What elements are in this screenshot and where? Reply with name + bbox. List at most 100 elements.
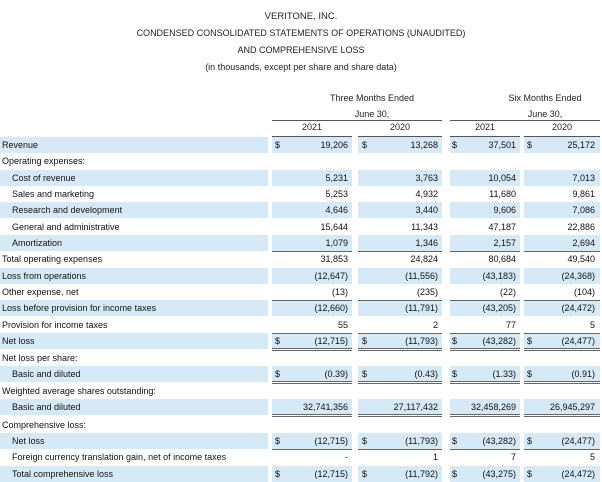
subtotal-rule — [358, 333, 442, 334]
table-row: Net loss per share: — [0, 350, 602, 366]
cell-value: (43,282) — [482, 336, 516, 346]
subtotal-rule — [358, 449, 442, 450]
row-label: Cost of revenue — [12, 173, 76, 183]
cell-value: 13,268 — [410, 140, 438, 150]
cell-value: (43,205) — [482, 303, 516, 313]
cell-value: 26,945,297 — [549, 402, 595, 412]
statement-title-line2: AND COMPREHENSIVE LOSS — [237, 45, 365, 55]
cell-value: 9,861 — [572, 189, 595, 199]
subtotal-rule — [358, 251, 442, 252]
table-row: Provision for income taxes 55 2 77 5 — [0, 317, 602, 333]
subtotal-rule — [524, 449, 600, 450]
cell-value: (12,660) — [314, 303, 348, 313]
cell-value: (0.43) — [414, 369, 438, 379]
header-rule-three-months — [272, 120, 442, 121]
cell-value: (12,715) — [314, 336, 348, 346]
cell-value: 32,741,356 — [302, 402, 348, 412]
subtotal-rule — [450, 300, 520, 301]
table-row: Basic and diluted 32,741,356 27,117,432 32,… — [0, 399, 602, 415]
subtotal-rule — [272, 449, 352, 450]
cell-value: 11,680 — [489, 189, 516, 199]
cell-value: 7,013 — [572, 173, 595, 183]
row-label: Comprehensive loss: — [2, 420, 87, 430]
cell-value: (11,793) — [405, 436, 438, 446]
table-row: Research and development 4,646 3,440 9,606 7… — [0, 202, 602, 218]
cell-value: 2,157 — [493, 238, 516, 248]
subtotal-rule — [272, 333, 352, 334]
cell-value: 25,172 — [567, 140, 595, 150]
cell-value: 32,458,269 — [470, 402, 516, 412]
cell-value: 31,853 — [320, 254, 348, 264]
table-row: Total operating expenses 31,853 24,824 80,6… — [0, 251, 602, 267]
cell-value: 5,231 — [325, 173, 348, 183]
table-row: Basic and diluted $ (0.39) $ (0.43) $ (1.33) $(… — [0, 366, 602, 382]
total-double-rule — [450, 381, 520, 384]
cell-value: 37,501 — [488, 140, 516, 150]
cell-value: 24,824 — [410, 254, 438, 264]
row-label: Basic and diluted — [12, 369, 81, 379]
six-months-header: Six Months Ended — [508, 93, 582, 103]
cell-value: 22,886 — [567, 222, 595, 232]
cell-value: 10,054 — [488, 173, 516, 183]
cell-value: 9,606 — [493, 205, 516, 215]
cell-value: 7,086 — [572, 205, 595, 215]
cell-value: (24,472) — [561, 303, 595, 313]
three-months-header: Three Months Ended — [329, 93, 415, 103]
row-label: Revenue — [2, 140, 39, 150]
cell-value: (24,472) — [561, 469, 595, 479]
row-label: Foreign currency translation gain, net o… — [12, 452, 227, 462]
table-row: Operating expenses: — [0, 153, 602, 169]
row-label: Operating expenses: — [2, 156, 86, 166]
cell-value: 55 — [337, 320, 348, 330]
cell-value: 19,206 — [320, 140, 348, 150]
cell-value: (22) — [499, 287, 516, 297]
row-label: Amortization — [12, 238, 63, 248]
row-shade — [0, 333, 268, 349]
cell-value: (11,793) — [405, 336, 438, 346]
total-double-rule — [524, 348, 600, 351]
total-double-rule — [272, 348, 352, 351]
table-row: Net loss $ (12,715) $ (11,793) $ (43,282) $ (24,… — [0, 333, 602, 349]
cell-value: 1,079 — [325, 238, 348, 248]
cell-value: (1.33) — [492, 369, 516, 379]
cell-value: 4,646 — [325, 205, 348, 215]
total-double-rule — [358, 348, 442, 351]
table-row: Comprehensive loss: — [0, 417, 602, 433]
table-row: General and administrative 15,644 11,343 47… — [0, 219, 602, 235]
table-row: Revenue $19,206 $13,268 $37,501 $25,172 — [0, 137, 602, 153]
subtotal-rule — [450, 251, 520, 252]
cell-value: 47,187 — [488, 222, 516, 232]
row-label: Loss from operations — [2, 271, 87, 281]
row-label: Provision for income taxes — [2, 320, 108, 330]
row-label: Net loss per share: — [2, 353, 78, 363]
cell-value: 1 — [432, 452, 438, 462]
cell-value: - — [345, 452, 348, 462]
cell-value: (24,368) — [561, 271, 595, 281]
row-label: Sales and marketing — [12, 189, 95, 199]
cell-value: 27,117,432 — [393, 402, 438, 412]
cell-value: (43,183) — [482, 271, 516, 281]
cell-value: (12,647) — [314, 271, 348, 281]
cell-value: (0.91) — [571, 369, 595, 379]
row-shade — [0, 137, 268, 153]
cell-value: 5,253 — [325, 189, 348, 199]
cell-value: (43,275) — [482, 469, 516, 479]
three-months-date: June 30, — [354, 109, 390, 119]
cell-value: (0.39) — [324, 369, 348, 379]
subtotal-rule — [450, 449, 520, 450]
cell-value: (11,556) — [405, 271, 438, 281]
cell-value: 1,346 — [415, 238, 438, 248]
cell-value: (24,477) — [561, 336, 595, 346]
cell-value: (235) — [416, 287, 438, 297]
table-row: Loss before provision for income taxes (1… — [0, 300, 602, 316]
row-label: Net loss — [2, 336, 35, 346]
row-label: Loss before provision for income taxes — [2, 303, 157, 313]
cell-value: 5 — [589, 452, 595, 462]
year-col-1: 2021 — [301, 122, 323, 132]
row-label: Net loss — [12, 436, 45, 446]
total-double-rule — [450, 414, 520, 417]
table-row: Other expense, net (13) (235) (22) (104) — [0, 284, 602, 300]
cell-value: (11,791) — [405, 303, 438, 313]
total-double-rule — [450, 348, 520, 351]
row-label: Total comprehensive loss — [12, 469, 114, 479]
